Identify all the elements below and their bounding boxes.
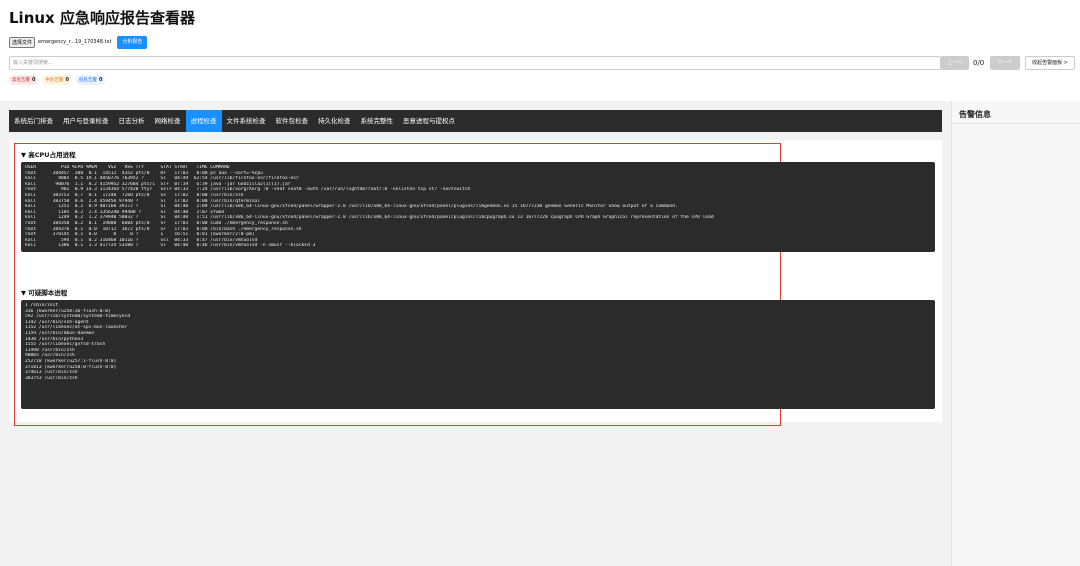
high-alert-label: 高危告警 <box>12 78 30 83</box>
alert-panel-title: 告警信息 <box>959 110 991 119</box>
tab-persistence[interactable]: 持久化检查 <box>313 110 356 132</box>
alert-badges: 高危告警 0 中危告警 0 低危告警 0 <box>9 75 106 85</box>
output-line: 383753 /usr/bin/zsh <box>25 375 78 381</box>
suspicious-scripts-output: 1 /sbin/init 336 [kworker/u258:36-flush-8… <box>21 300 935 409</box>
low-alert-label: 低危告警 <box>78 78 97 83</box>
process-check-content: ▼ 高CPU占用进程 USER PID %CPU %MEM VSZ RSS TT… <box>9 140 942 426</box>
category-tabs: 系统后门排查 用户与登录检查 日志分析 网络检查 进程检查 文件系统检查 软件包… <box>9 110 942 132</box>
tab-network[interactable]: 网络检查 <box>150 110 186 132</box>
toggle-alert-panel-button[interactable]: 收起告警面板 > <box>1025 56 1075 70</box>
tab-logs[interactable]: 日志分析 <box>114 110 150 132</box>
choose-file-button[interactable]: 选择文件 <box>9 36 36 48</box>
output-line: kali 1306 0.1 1.3 417724 53200 ? Sl 04:4… <box>25 243 316 249</box>
mid-alert-badge[interactable]: 中危告警 0 <box>42 75 72 85</box>
section-title-suspicious-scripts[interactable]: ▼ 可疑脚本进程 <box>21 287 67 297</box>
high-alert-badge[interactable]: 高危告警 0 <box>9 75 39 85</box>
alert-panel: 告警信息 <box>951 101 1080 566</box>
mid-alert-count: 0 <box>65 77 69 83</box>
search-row: 输入关键词搜索... 上一个 0/0 下一个 收起告警面板 > <box>9 56 1075 70</box>
mid-alert-label: 中危告警 <box>45 78 64 83</box>
tab-users-login[interactable]: 用户与登录检查 <box>58 110 114 132</box>
tab-malicious-privesc[interactable]: 恶意进程与提权点 <box>398 110 460 132</box>
prev-match-button[interactable]: 上一个 <box>941 56 969 70</box>
section-title-high-cpu[interactable]: ▼ 高CPU占用进程 <box>21 149 76 159</box>
app-title: Linux 应急响应报告查看器 <box>9 9 195 27</box>
low-alert-badge[interactable]: 低危告警 0 <box>75 75 106 85</box>
tab-packages[interactable]: 软件包检查 <box>271 110 314 132</box>
alert-panel-divider <box>952 123 1080 124</box>
tab-backdoor[interactable]: 系统后门排查 <box>9 110 58 132</box>
selected-file-name: emergency_r...19_170348.txt <box>38 39 112 45</box>
high-cpu-output: USER PID %CPU %MEM VSZ RSS TTY STAT STAR… <box>21 162 935 252</box>
tab-integrity[interactable]: 系统完整性 <box>356 110 399 132</box>
high-alert-count: 0 <box>32 77 36 83</box>
file-row: 选择文件 emergency_r...19_170348.txt 分析报告 <box>9 35 148 49</box>
report-panel: 系统后门排查 用户与登录检查 日志分析 网络检查 进程检查 文件系统检查 软件包… <box>0 101 951 566</box>
header: Linux 应急响应报告查看器 选择文件 emergency_r...19_17… <box>0 0 1080 100</box>
low-alert-count: 0 <box>98 77 103 83</box>
tab-process[interactable]: 进程检查 <box>185 110 222 132</box>
search-input[interactable]: 输入关键词搜索... <box>9 56 941 70</box>
tab-filesystem[interactable]: 文件系统检查 <box>222 110 271 132</box>
next-match-button[interactable]: 下一个 <box>990 56 1020 70</box>
analyze-report-button[interactable]: 分析报告 <box>117 35 148 49</box>
match-count: 0/0 <box>973 59 985 67</box>
